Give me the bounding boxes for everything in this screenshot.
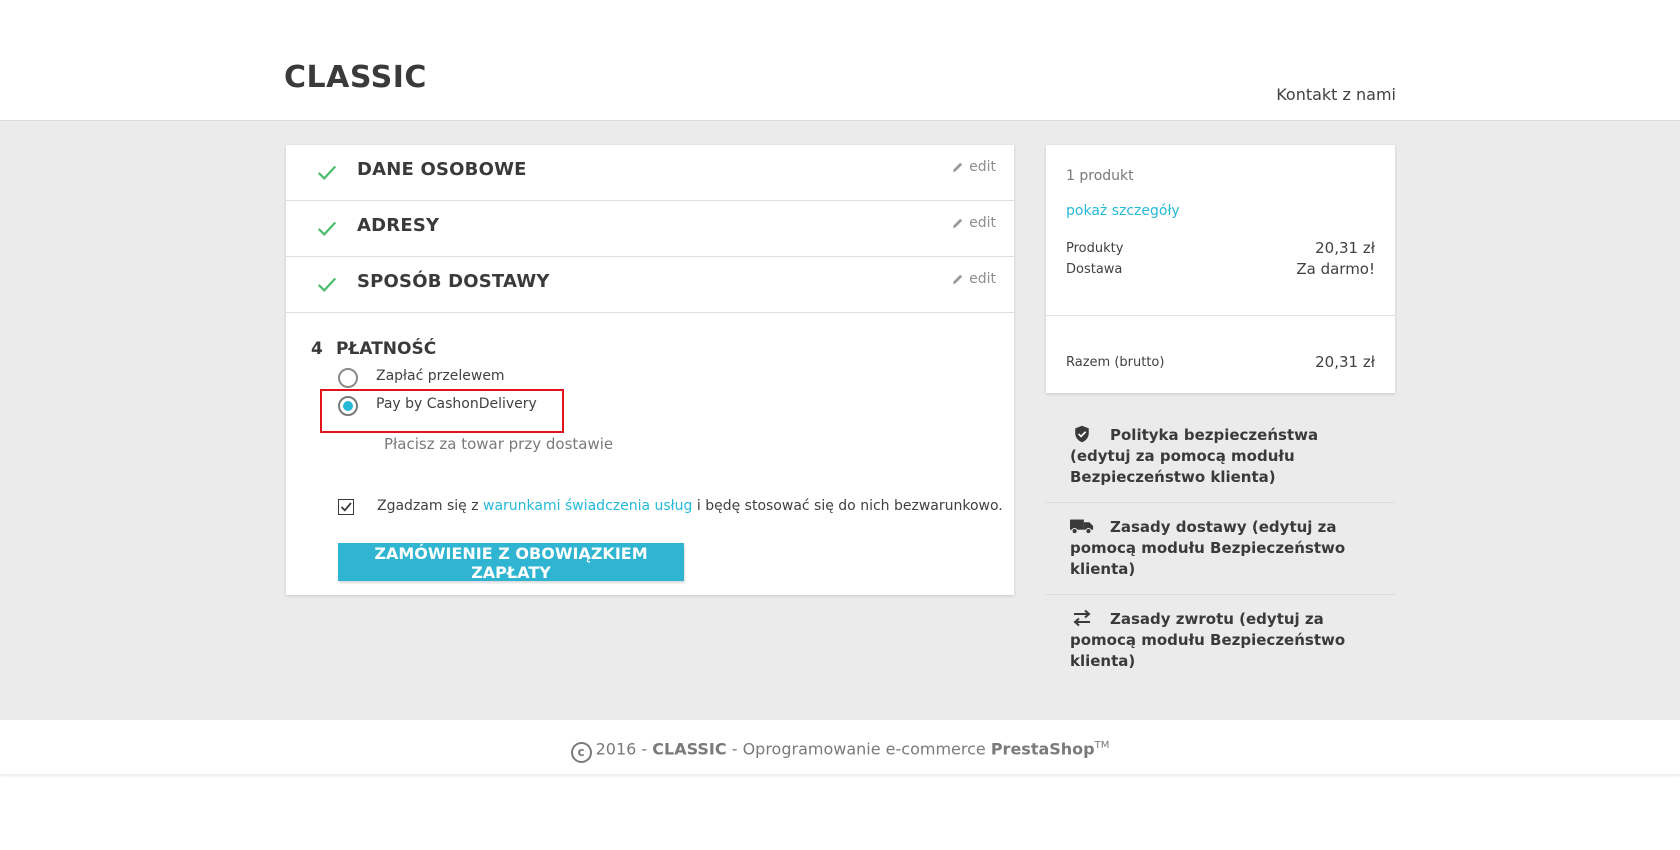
products-value: 20,31 zł — [1315, 239, 1375, 257]
highlight-box — [320, 389, 564, 433]
reassurance-security: Polityka bezpieczeństwa (edytuj za pomoc… — [1046, 411, 1395, 503]
step-payment: 4 PŁATNOŚĆ Zapłać przelewem Pay by Casho… — [286, 313, 1014, 595]
copyright-icon: c — [570, 742, 592, 764]
pencil-icon — [953, 162, 963, 172]
shipping-label: Dostawa — [1066, 262, 1123, 277]
checkout-steps: DANE OSOBOWE edit ADRESY edit SPOSÓB DOS… — [286, 145, 1014, 595]
shipping-row: Dostawa Za darmo! — [1066, 260, 1375, 278]
pencil-icon — [953, 274, 963, 284]
products-row: Produkty 20,31 zł — [1066, 239, 1375, 257]
radio-button[interactable] — [338, 368, 358, 388]
shield-icon — [1075, 425, 1089, 443]
product-count: 1 produkt — [1066, 168, 1134, 184]
edit-button[interactable]: edit — [952, 159, 996, 175]
step-title: DANE OSOBOWE — [357, 159, 527, 180]
site-footer: c 2016 - CLASSIC - Oprogramowanie e-comme… — [0, 720, 1680, 774]
terms-text: Zgadzam się z warunkami świadczenia usłu… — [377, 498, 1003, 514]
checkmark-icon — [340, 502, 352, 512]
products-label: Produkty — [1066, 241, 1124, 256]
total-label: Razem (brutto) — [1066, 355, 1165, 370]
terms-link[interactable]: warunkami świadczenia usług — [483, 498, 692, 514]
payment-description: Płacisz za towar przy dostawie — [384, 435, 614, 453]
site-header: CLASSIC Kontakt z nami — [0, 0, 1680, 121]
option-label[interactable]: Zapłać przelewem — [376, 368, 505, 384]
step-title: PŁATNOŚĆ — [336, 339, 437, 359]
divider — [1046, 315, 1395, 316]
reassurance-delivery: Zasady dostawy (edytuj za pomocą modułu … — [1046, 503, 1395, 595]
step-addresses[interactable]: ADRESY edit — [286, 201, 1014, 257]
reassurance-block: Polityka bezpieczeństwa (edytuj za pomoc… — [1046, 411, 1395, 686]
main-content: DANE OSOBOWE edit ADRESY edit SPOSÓB DOS… — [0, 121, 1680, 720]
edit-button[interactable]: edit — [952, 215, 996, 231]
contact-link[interactable]: Kontakt z nami — [1276, 85, 1396, 104]
step-personal-info[interactable]: DANE OSOBOWE edit — [286, 145, 1014, 201]
prestashop-link[interactable]: PrestaShop — [991, 739, 1095, 758]
step-shipping-method[interactable]: SPOSÓB DOSTAWY edit — [286, 257, 1014, 313]
total-value: 20,31 zł — [1315, 353, 1375, 371]
checkmark-icon — [317, 221, 337, 237]
checkmark-icon — [317, 277, 337, 293]
swap-arrows-icon — [1073, 609, 1091, 627]
footer-text: c 2016 - CLASSIC - Oprogramowanie e-comme… — [0, 720, 1680, 775]
reassurance-returns: Zasady zwrotu (edytuj za pomocą modułu B… — [1070, 609, 1346, 670]
shop-logo[interactable]: CLASSIC — [284, 60, 427, 95]
show-details-link[interactable]: pokaż szczegóły — [1066, 203, 1180, 219]
edit-button[interactable]: edit — [952, 271, 996, 287]
truck-icon — [1070, 519, 1094, 535]
step-title: ADRESY — [357, 215, 440, 236]
terms-checkbox[interactable] — [338, 499, 354, 515]
place-order-button[interactable]: ZAMÓWIENIE Z OBOWIĄZKIEM ZAPŁATY — [338, 543, 684, 582]
shipping-value: Za darmo! — [1296, 260, 1375, 278]
cart-summary: 1 produkt pokaż szczegóły Produkty 20,31… — [1046, 145, 1395, 393]
step-number: 4 — [311, 339, 323, 359]
checkmark-icon — [317, 165, 337, 181]
total-row: Razem (brutto) 20,31 zł — [1066, 353, 1375, 371]
pencil-icon — [953, 218, 963, 228]
step-title: SPOSÓB DOSTAWY — [357, 271, 550, 292]
